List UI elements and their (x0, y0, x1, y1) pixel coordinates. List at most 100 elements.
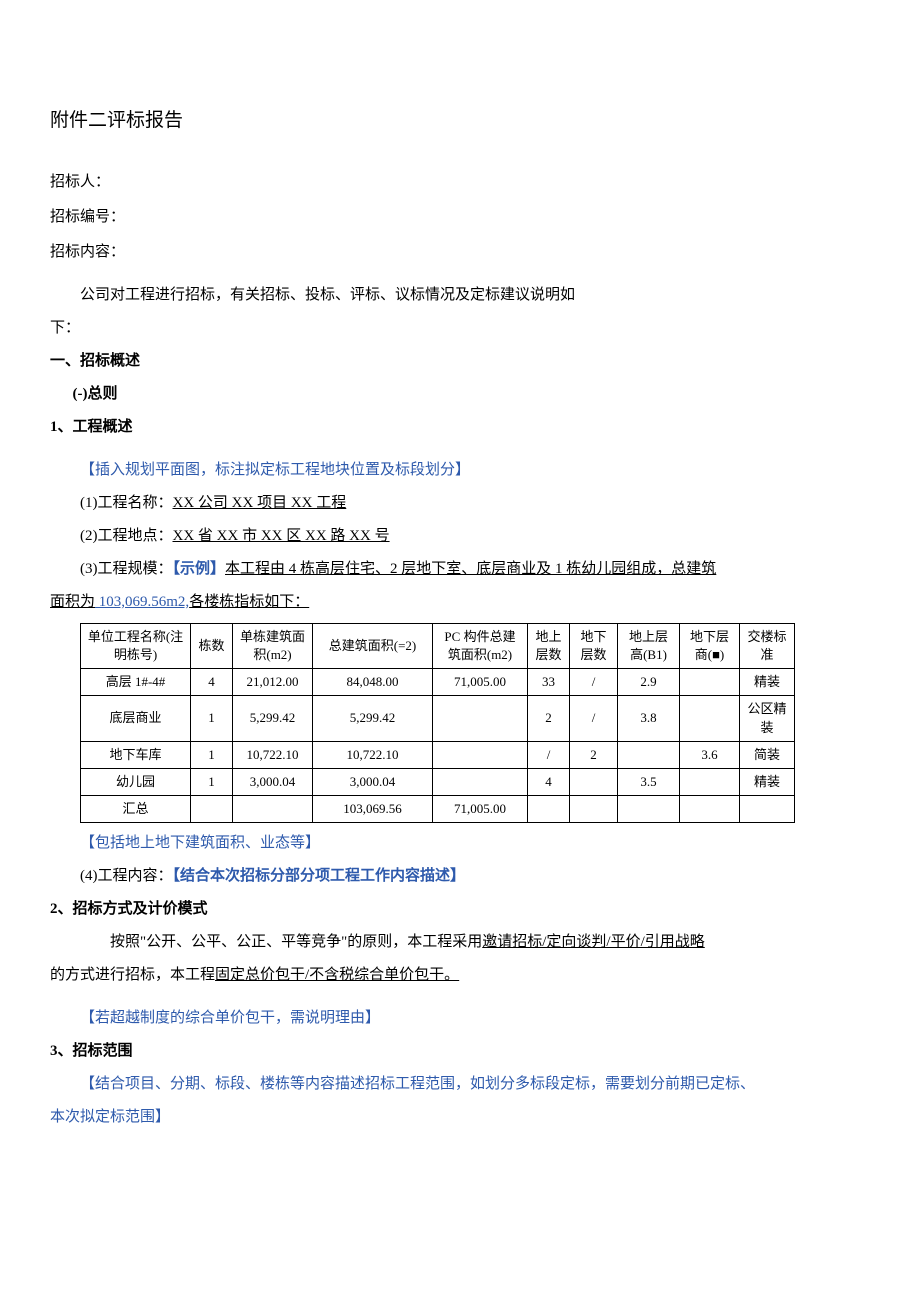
table-cell: 1 (191, 696, 233, 741)
table-row: 底层商业15,299.425,299.422/3.8公区精装 (81, 696, 795, 741)
table-cell: 1 (191, 741, 233, 768)
table-cell: 5,299.42 (313, 696, 433, 741)
plan-note: 【插入规划平面图，标注拟定标工程地块位置及标段划分】 (50, 454, 870, 487)
example-tag: 【示例】 (173, 561, 226, 577)
table-cell (680, 669, 740, 696)
table-cell (680, 768, 740, 795)
table-cell: 2.9 (618, 669, 680, 696)
th-total-area: 总建筑面积(=2) (313, 623, 433, 668)
th-pc-area: PC 构件总建筑面积(m2) (433, 623, 528, 668)
building-table: 单位工程名称(注明栋号) 栋数 单栋建筑面积(m2) 总建筑面积(=2) PC … (80, 623, 795, 824)
table-cell (618, 741, 680, 768)
table-cell: 3,000.04 (233, 768, 313, 795)
table-cell: 地下车库 (81, 741, 191, 768)
proj-name-value: XX 公司 XX 项目 XX 工程 (173, 495, 347, 511)
table-row: 幼儿园13,000.043,000.0443.5精装 (81, 768, 795, 795)
proj-scale-suffix: 各楼栋指标如下： (189, 594, 309, 610)
table-cell: / (528, 741, 570, 768)
table-cell (433, 741, 528, 768)
table-cell (680, 796, 740, 823)
table-cell (740, 796, 795, 823)
section-1-sub: (-)总则 (50, 378, 870, 411)
th-count: 栋数 (191, 623, 233, 668)
item-2-head: 2、招标方式及计价模式 (50, 893, 870, 926)
table-cell: 3.6 (680, 741, 740, 768)
table-cell: 4 (528, 768, 570, 795)
table-cell (528, 796, 570, 823)
range-note2: 本次拟定标范围】 (50, 1101, 870, 1134)
table-cell (433, 768, 528, 795)
mode-link2: 固定总价包干/不含税综合单价包干。 (215, 967, 459, 983)
table-row: 高层 1#-4#421,012.0084,048.0071,005.0033/2… (81, 669, 795, 696)
intro-line2: 下： (50, 312, 870, 345)
proj-scale-area-prefix: 面积为 (50, 594, 95, 610)
range-note1: 【结合项目、分期、标段、楼栋等内容描述招标工程范围，如划分多标段定标，需要划分前… (50, 1068, 870, 1101)
th-standard: 交楼标准 (740, 623, 795, 668)
table-cell: 3.5 (618, 768, 680, 795)
mode-para2: 的方式进行招标，本工程固定总价包干/不含税综合单价包干。 (50, 959, 870, 992)
section-1-head: 一、招标概述 (50, 345, 870, 378)
table-cell: 2 (570, 741, 618, 768)
table-cell: 3,000.04 (313, 768, 433, 795)
th-dn-height: 地下层商(■) (680, 623, 740, 668)
table-cell: / (570, 696, 618, 741)
proj-scale-area: 103,069.56m2, (95, 594, 189, 610)
table-cell: 71,005.00 (433, 669, 528, 696)
th-up-height: 地上层高(B1) (618, 623, 680, 668)
tender-no-label: 招标编号： (50, 201, 870, 234)
table-cell: 84,048.00 (313, 669, 433, 696)
mode-link1: 邀请招标/定向谈判/平价/引用战略 (482, 934, 705, 950)
table-cell: 10,722.10 (233, 741, 313, 768)
table-cell (433, 696, 528, 741)
table-cell: 10,722.10 (313, 741, 433, 768)
proj-scale-value1: 本工程由 4 栋高层住宅、2 层地下室、底层商业及 1 栋幼儿园组成，总建筑 (225, 561, 716, 577)
table-cell: 3.8 (618, 696, 680, 741)
table-cell: 2 (528, 696, 570, 741)
table-cell (570, 796, 618, 823)
proj-loc-label: (2)工程地点： (80, 528, 173, 544)
table-cell: 精装 (740, 669, 795, 696)
proj-loc-line: (2)工程地点：XX 省 XX 市 XX 区 XX 路 XX 号 (50, 520, 870, 553)
table-cell (570, 768, 618, 795)
table-cell: 21,012.00 (233, 669, 313, 696)
table-cell: / (570, 669, 618, 696)
table-cell (191, 796, 233, 823)
table-cell (618, 796, 680, 823)
table-cell: 1 (191, 768, 233, 795)
mode-text1: 按照"公开、公平、公正、平等竞争"的原则，本工程采用 (110, 934, 482, 950)
table-header-row: 单位工程名称(注明栋号) 栋数 单栋建筑面积(m2) 总建筑面积(=2) PC … (81, 623, 795, 668)
intro-line1: 公司对工程进行招标，有关招标、投标、评标、议标情况及定标建议说明如 (50, 279, 870, 312)
table-cell: 5,299.42 (233, 696, 313, 741)
table-row: 地下车库110,722.1010,722.10/23.6简装 (81, 741, 795, 768)
tender-content-label: 招标内容： (50, 236, 870, 269)
th-dn-floors: 地下层数 (570, 623, 618, 668)
proj-scale-line1: (3)工程规模：【示例】本工程由 4 栋高层住宅、2 层地下室、底层商业及 1 … (50, 553, 870, 586)
proj-content-label: (4)工程内容： (80, 868, 173, 884)
proj-name-line: (1)工程名称：XX 公司 XX 项目 XX 工程 (50, 487, 870, 520)
mode-para1: 按照"公开、公平、公正、平等竞争"的原则，本工程采用邀请招标/定向谈判/平价/引… (50, 926, 870, 959)
table-row: 汇总103,069.5671,005.00 (81, 796, 795, 823)
table-cell: 4 (191, 669, 233, 696)
table-cell: 公区精装 (740, 696, 795, 741)
proj-content-line: (4)工程内容：【结合本次招标分部分项工程工作内容描述】 (50, 860, 870, 893)
table-cell: 幼儿园 (81, 768, 191, 795)
table-cell: 33 (528, 669, 570, 696)
mode-note: 【若超越制度的综合单价包干，需说明理由】 (50, 1002, 870, 1035)
table-cell: 汇总 (81, 796, 191, 823)
item-1-head: 1、工程概述 (50, 411, 870, 444)
document-title: 附件二评标报告 (50, 100, 870, 142)
table-cell: 71,005.00 (433, 796, 528, 823)
table-cell: 高层 1#-4# (81, 669, 191, 696)
table-cell (233, 796, 313, 823)
proj-loc-value: XX 省 XX 市 XX 区 XX 路 XX 号 (173, 528, 390, 544)
proj-scale-line2: 面积为 103,069.56m2,各楼栋指标如下： (50, 586, 870, 619)
item-3-head: 3、招标范围 (50, 1035, 870, 1068)
proj-name-label: (1)工程名称： (80, 495, 173, 511)
table-cell: 底层商业 (81, 696, 191, 741)
table-cell: 简装 (740, 741, 795, 768)
mode-text2: 的方式进行招标，本工程 (50, 967, 215, 983)
proj-scale-label: (3)工程规模： (80, 561, 173, 577)
th-up-floors: 地上层数 (528, 623, 570, 668)
th-name: 单位工程名称(注明栋号) (81, 623, 191, 668)
th-unit-area: 单栋建筑面积(m2) (233, 623, 313, 668)
